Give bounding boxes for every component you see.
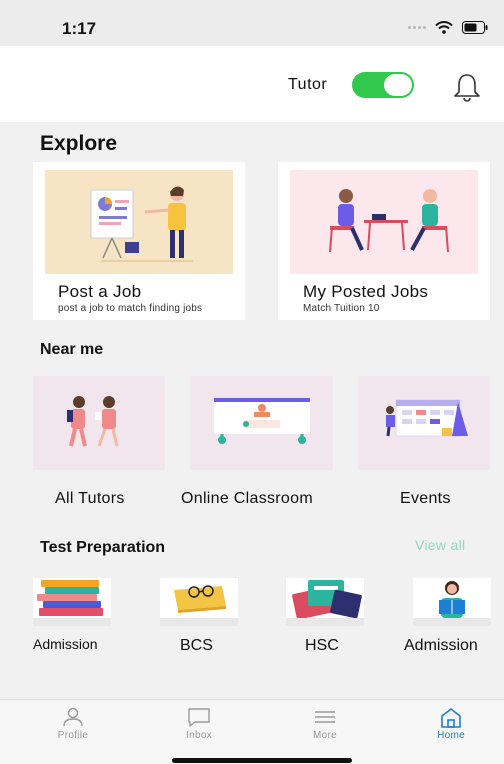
all-tutors-illustration: [67, 396, 119, 447]
prep-label-bcs: BCS: [180, 637, 213, 654]
tutor-toggle-label: Tutor: [288, 76, 328, 93]
tab-profile-label: Profile: [57, 730, 89, 741]
prep-tile-bcs[interactable]: [160, 578, 238, 626]
status-time: 1:17: [62, 19, 97, 38]
tab-more-label: More: [313, 730, 337, 741]
books-icon: [292, 580, 362, 620]
post-job-subtitle: post a job to match finding jobs: [58, 303, 203, 314]
tab-profile[interactable]: Profile: [10, 700, 136, 750]
my-posted-jobs-card[interactable]: My Posted Jobs Match Tuition 10: [278, 162, 490, 320]
my-posted-jobs-illustration: [290, 170, 478, 274]
tab-home[interactable]: Home: [388, 700, 504, 750]
online-classroom-card[interactable]: [190, 376, 333, 470]
signal-icon: [408, 26, 426, 29]
my-posted-jobs-title: My Posted Jobs: [303, 282, 429, 301]
wifi-icon: [435, 21, 453, 34]
top-bar: Tutor: [0, 46, 504, 122]
post-job-title: Post a Job: [58, 282, 142, 301]
tutor-toggle[interactable]: [352, 72, 414, 98]
online-classroom-illustration: [214, 398, 310, 444]
book-glasses-icon: [174, 585, 226, 613]
view-all-link[interactable]: View all: [415, 537, 465, 553]
status-icons: [408, 21, 488, 34]
menu-icon: [315, 711, 335, 723]
home-icon: [441, 708, 461, 728]
online-classroom-label: Online Classroom: [181, 490, 313, 507]
events-illustration: [386, 399, 468, 437]
tab-more[interactable]: More: [262, 700, 388, 750]
tab-bar: Profile Inbox More Home: [0, 699, 504, 764]
post-job-card[interactable]: Post a Job post a job to match finding j…: [33, 162, 245, 320]
toggle-knob: [384, 74, 412, 96]
prep-label-hsc: HSC: [305, 637, 339, 654]
my-posted-jobs-subtitle: Match Tuition 10: [303, 303, 380, 314]
prep-tile-admission-1[interactable]: [33, 578, 111, 626]
tab-inbox-label: Inbox: [186, 730, 212, 741]
events-label: Events: [400, 490, 451, 507]
home-indicator: [172, 758, 352, 763]
prep-label-admission-2: Admission: [404, 637, 478, 654]
explore-title: Explore: [40, 132, 118, 155]
bell-icon[interactable]: [452, 72, 482, 102]
all-tutors-label: All Tutors: [55, 490, 125, 507]
test-prep-title: Test Preparation: [40, 539, 166, 556]
reading-person-icon: [439, 581, 465, 618]
near-me-title: Near me: [40, 341, 104, 358]
tab-inbox[interactable]: Inbox: [136, 700, 262, 750]
prep-label-admission-1: Admission: [33, 636, 98, 652]
events-card[interactable]: [358, 376, 490, 470]
books-stack-icon: [37, 580, 103, 616]
chat-icon: [188, 708, 210, 727]
tab-home-label: Home: [437, 730, 465, 741]
status-bar: 1:17: [0, 0, 504, 46]
battery-icon: [462, 21, 488, 34]
prep-tile-admission-2[interactable]: [413, 578, 491, 626]
person-icon: [63, 707, 83, 727]
prep-tile-hsc[interactable]: [286, 578, 364, 626]
post-job-illustration: [45, 170, 233, 274]
all-tutors-card[interactable]: [33, 376, 165, 470]
